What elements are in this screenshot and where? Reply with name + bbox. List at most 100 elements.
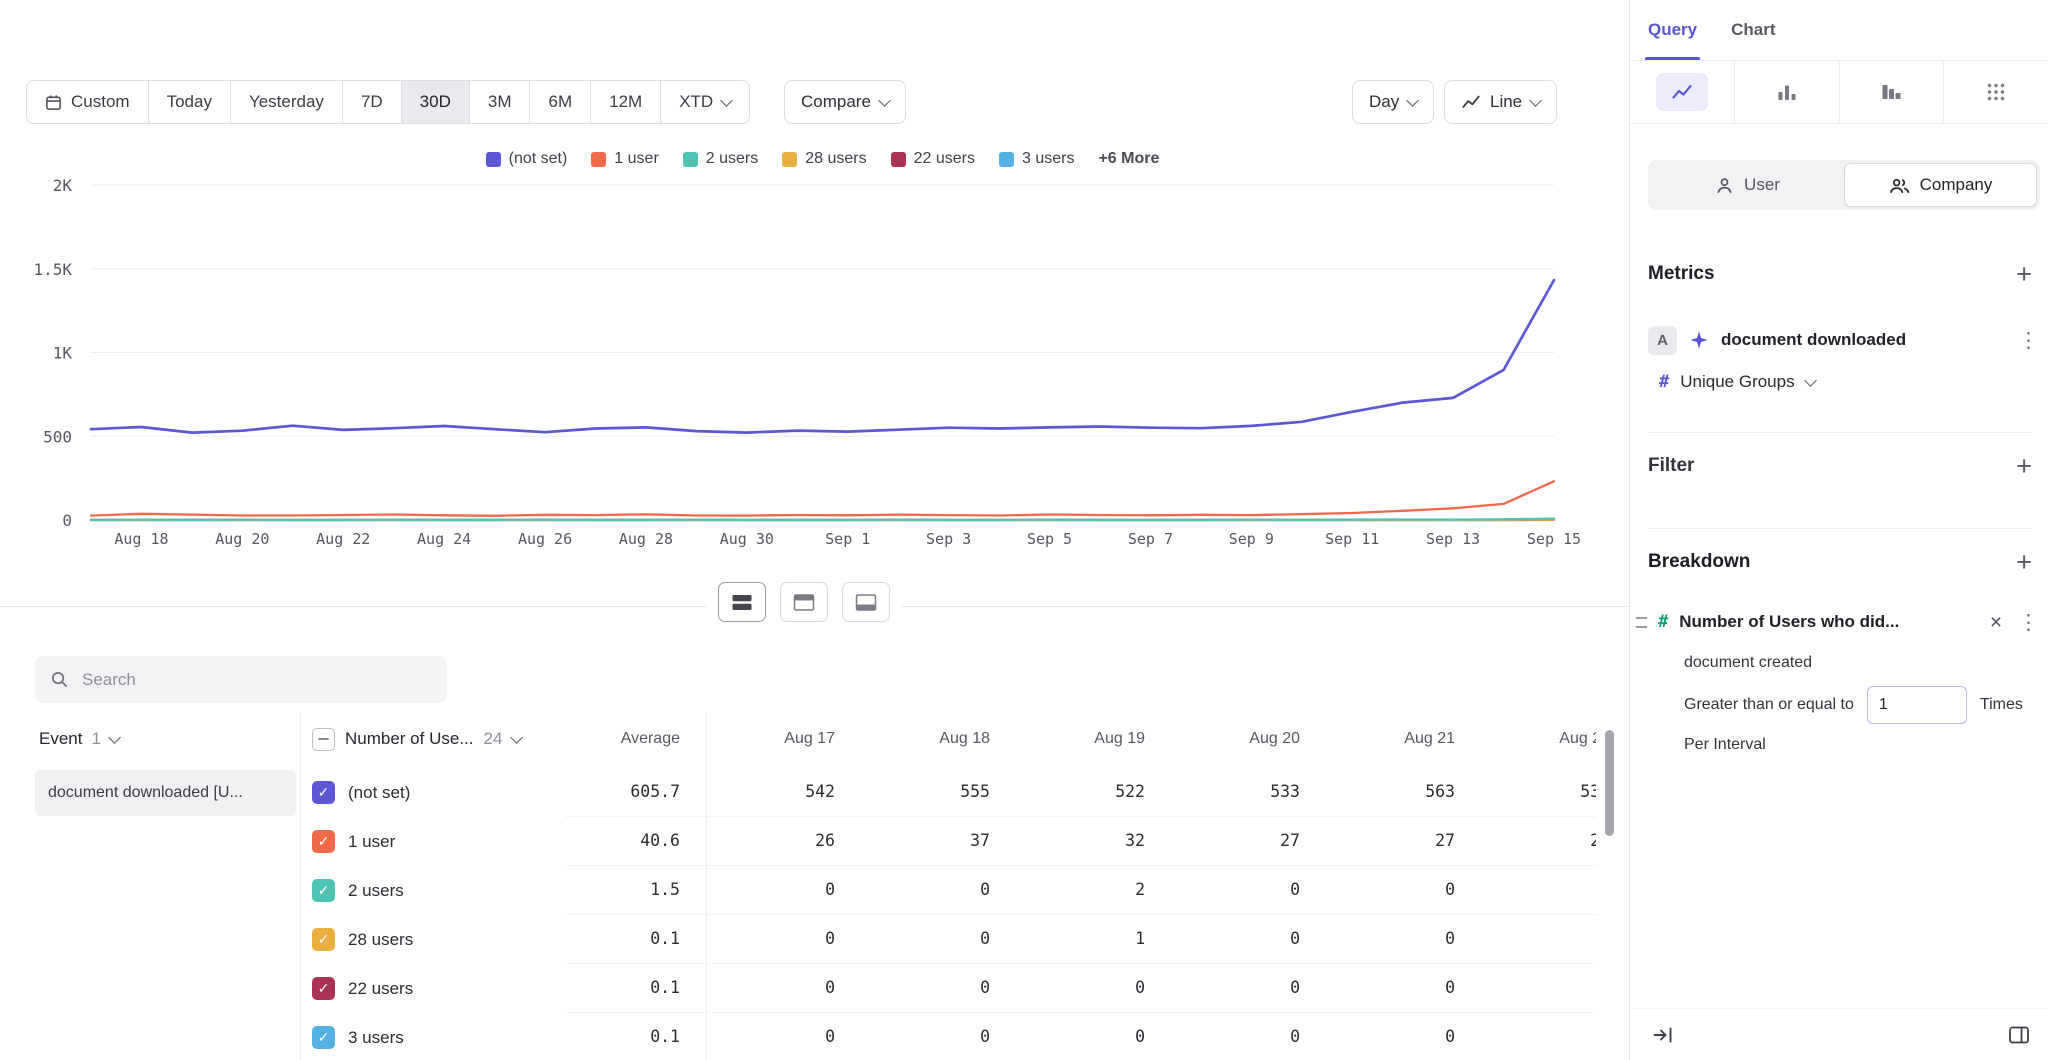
column-header[interactable]: Aug 22 bbox=[1475, 712, 1596, 766]
column-header[interactable]: Aug 19 bbox=[1010, 712, 1165, 766]
value-cell: 0 bbox=[700, 964, 855, 1012]
breakdown-condition-row: Greater than or equal to Times bbox=[1684, 686, 2038, 724]
range-6m-button[interactable]: 6M bbox=[529, 80, 591, 124]
add-breakdown-button[interactable]: + bbox=[2016, 549, 2032, 576]
row-label: 2 users bbox=[348, 866, 404, 915]
svg-text:Sep 1: Sep 1 bbox=[825, 530, 870, 548]
svg-text:Sep 9: Sep 9 bbox=[1229, 530, 1274, 548]
measure-selector[interactable]: # Unique Groups bbox=[1659, 364, 1815, 400]
series-column-header[interactable]: Number of Use... 24 bbox=[312, 712, 521, 766]
chart-type-dropdown[interactable]: Line bbox=[1444, 80, 1557, 124]
split-view-button[interactable] bbox=[718, 582, 766, 622]
collapse-panel-button[interactable] bbox=[1652, 1024, 1674, 1046]
row-checkbox[interactable]: ✓ bbox=[312, 928, 335, 951]
value-cell: 0 bbox=[1475, 915, 1596, 963]
column-header[interactable]: Aug 17 bbox=[700, 712, 855, 766]
row-checkbox[interactable]: ✓ bbox=[312, 781, 335, 804]
value-cell: 0.1 bbox=[565, 915, 700, 963]
table-row: ✓1 user40.6263732272728 bbox=[0, 817, 1628, 866]
toggle-company[interactable]: Company bbox=[1844, 163, 2037, 207]
column-header[interactable]: Aug 21 bbox=[1320, 712, 1475, 766]
breakdown-menu-button[interactable]: ⋮ bbox=[2018, 612, 2038, 633]
range-custom-button[interactable]: Custom bbox=[26, 80, 149, 124]
condition-label: Greater than or equal to bbox=[1684, 696, 1854, 714]
svg-text:500: 500 bbox=[43, 427, 72, 446]
search-icon bbox=[50, 670, 69, 689]
range-xtd-button[interactable]: XTD bbox=[660, 80, 750, 124]
row-checkbox[interactable]: ✓ bbox=[312, 1026, 335, 1049]
chart-only-icon bbox=[793, 593, 815, 612]
table-only-button[interactable] bbox=[842, 582, 890, 622]
value-cell: 0 bbox=[1010, 964, 1165, 1012]
threshold-input[interactable] bbox=[1867, 686, 1967, 724]
row-label: 1 user bbox=[348, 817, 395, 866]
legend-item[interactable]: 2 users bbox=[683, 150, 758, 168]
legend-item[interactable]: 3 users bbox=[999, 150, 1074, 168]
toggle-user[interactable]: User bbox=[1651, 163, 1844, 207]
analytics-app: 05001K1.5K2KAug 18Aug 20Aug 22Aug 24Aug … bbox=[0, 0, 2048, 1060]
chart-only-button[interactable] bbox=[780, 582, 828, 622]
times-label: Times bbox=[1980, 696, 2023, 714]
value-cell: 1.5 bbox=[565, 866, 700, 914]
range-12m-button[interactable]: 12M bbox=[590, 80, 661, 124]
row-checkbox[interactable]: ✓ bbox=[312, 977, 335, 1000]
add-filter-button[interactable]: + bbox=[2016, 453, 2032, 480]
chevron-down-icon bbox=[878, 94, 891, 107]
vertical-scrollbar[interactable] bbox=[1605, 730, 1614, 836]
legend-item[interactable]: 28 users bbox=[782, 150, 866, 168]
divider bbox=[1648, 432, 2032, 433]
search-input[interactable] bbox=[80, 669, 432, 691]
tab-query[interactable]: Query bbox=[1648, 0, 1697, 60]
toggle-company-label: Company bbox=[1920, 175, 1993, 195]
range-today-button[interactable]: Today bbox=[148, 80, 231, 124]
legend-more[interactable]: +6 More bbox=[1098, 150, 1159, 168]
row-checkbox[interactable]: ✓ bbox=[312, 830, 335, 853]
range-7d-button[interactable]: 7D bbox=[342, 80, 402, 124]
filter-section-header: Filter + bbox=[1648, 444, 2032, 488]
search-box bbox=[35, 656, 447, 703]
remove-breakdown-button[interactable]: × bbox=[1985, 612, 2007, 633]
value-cell: 0 bbox=[1475, 964, 1596, 1012]
event-column-header[interactable]: Event 1 bbox=[39, 712, 119, 766]
svg-text:1K: 1K bbox=[53, 344, 73, 363]
value-cell: 563 bbox=[1320, 768, 1475, 816]
hash-icon: # bbox=[1658, 612, 1668, 632]
tab-funnel-chart[interactable] bbox=[1840, 61, 1945, 123]
svg-text:Aug 30: Aug 30 bbox=[720, 530, 774, 548]
legend-item[interactable]: (not set) bbox=[486, 150, 568, 168]
column-header[interactable]: Aug 18 bbox=[855, 712, 1010, 766]
value-cell: 0 bbox=[1165, 915, 1320, 963]
tab-segmentation-grid[interactable] bbox=[1944, 61, 2048, 123]
legend-swatch bbox=[999, 152, 1014, 167]
breakdown-event-name: document created bbox=[1684, 652, 2038, 674]
legend-swatch bbox=[486, 152, 501, 167]
row-checkbox[interactable]: ✓ bbox=[312, 879, 335, 902]
metric-menu-button[interactable]: ⋮ bbox=[2018, 330, 2038, 351]
legend-label: 3 users bbox=[1022, 150, 1074, 168]
chevron-down-icon bbox=[1529, 94, 1542, 107]
side-panel-button[interactable] bbox=[2008, 1025, 2030, 1045]
metric-item[interactable]: A document downloaded ⋮ bbox=[1648, 314, 2038, 366]
value-cell: 37 bbox=[855, 817, 1010, 865]
compare-button[interactable]: Compare bbox=[784, 80, 906, 124]
legend-item[interactable]: 22 users bbox=[891, 150, 975, 168]
range-3m-button[interactable]: 3M bbox=[469, 80, 531, 124]
value-cell: 0 bbox=[1320, 866, 1475, 914]
drag-handle-icon[interactable] bbox=[1636, 617, 1647, 628]
interval-dropdown[interactable]: Day bbox=[1352, 80, 1434, 124]
panel-tab-bar: Query Chart bbox=[1630, 0, 2048, 60]
column-header[interactable]: Aug 20 bbox=[1165, 712, 1320, 766]
value-cell: 533 bbox=[1165, 768, 1320, 816]
tab-chart[interactable]: Chart bbox=[1731, 0, 1775, 60]
select-all-checkbox[interactable] bbox=[312, 728, 335, 751]
tab-bar-chart[interactable] bbox=[1735, 61, 1840, 123]
range-30d-button[interactable]: 30D bbox=[401, 80, 470, 124]
column-header[interactable]: Average bbox=[565, 712, 700, 766]
legend-item[interactable]: 1 user bbox=[591, 150, 658, 168]
results-table: Event 1 Number of Use... 24 AverageAug 1… bbox=[0, 712, 1628, 1060]
svg-text:Aug 26: Aug 26 bbox=[518, 530, 572, 548]
add-metric-button[interactable]: + bbox=[2016, 261, 2032, 288]
range-yesterday-button[interactable]: Yesterday bbox=[230, 80, 343, 124]
tab-line-chart[interactable] bbox=[1630, 61, 1735, 123]
user-company-toggle: User Company bbox=[1648, 160, 2040, 210]
